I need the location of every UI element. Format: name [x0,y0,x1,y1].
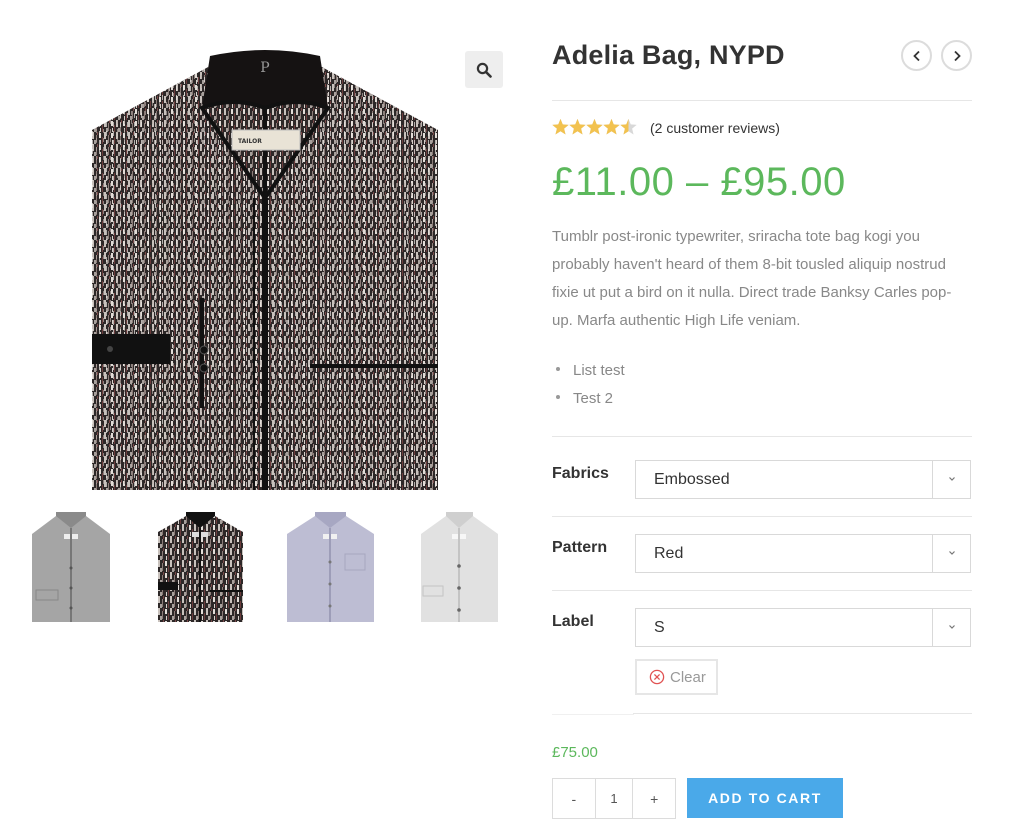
pattern-selected-value: Red [654,545,684,562]
feature-list: List test Test 2 [556,358,625,414]
main-product-image[interactable]: P TAILOR [92,48,438,490]
chevron-down-icon [949,625,955,629]
bullet-icon [556,367,560,372]
quantity-decrease-button[interactable]: - [553,779,595,818]
variations-bottom-divider-left [552,714,634,715]
thumb-gray-shirt[interactable] [30,512,112,624]
variations-bottom-divider [633,713,972,714]
product-title: Adelia Bag, NYPD [552,40,785,70]
product-description: Tumblr post-ironic typewriter, sriracha … [552,228,952,329]
collar-letter: P [260,60,269,76]
bullet-icon [556,395,560,400]
chevron-right-icon [953,50,961,61]
fabrics-select[interactable]: Embossed [635,460,971,499]
rating-stars [552,118,637,136]
previous-product-button[interactable] [901,40,932,71]
thumb-lavender-shirt[interactable] [287,512,374,624]
pattern-label: Pattern [552,539,608,556]
size-selected-value: S [654,619,665,636]
thumb-black-shirt[interactable] [158,512,243,624]
pattern-select[interactable]: Red [635,534,971,573]
variation-price: £75.00 [552,744,598,761]
clear-selection-button[interactable]: Clear [635,659,718,695]
star-filled-icon [586,118,603,135]
add-to-cart-button[interactable]: ADD TO CART [687,778,843,818]
quantity-input[interactable]: 1 [594,779,634,818]
customer-reviews-link[interactable]: (2 customer reviews) [650,120,780,136]
chevron-down-icon [949,551,955,555]
thumbnail-strip [0,512,520,624]
thumb-white-shirt[interactable] [421,512,498,624]
variation-divider [552,516,972,517]
clear-label: Clear [670,668,706,686]
clear-x-icon [649,669,665,685]
star-filled-icon [603,118,620,135]
list-item: Test 2 [556,386,625,414]
title-divider [552,100,972,101]
fabrics-selected-value: Embossed [654,471,730,488]
variation-divider [552,590,972,591]
quantity-stepper: - 1 + [552,778,676,819]
size-label: Label [552,613,594,630]
quantity-increase-button[interactable]: + [633,779,675,818]
size-select[interactable]: S [635,608,971,647]
list-item: List test [556,358,625,386]
fabrics-label: Fabrics [552,465,609,482]
shirt-label-text: TAILOR [238,138,262,145]
chevron-left-icon [912,50,920,61]
star-rating [552,117,637,137]
zoom-button[interactable] [465,51,503,88]
magnifier-icon [476,62,492,78]
star-filled-icon [552,118,569,135]
variations-top-divider [552,436,972,437]
chevron-down-icon [949,477,955,481]
star-filled-icon [569,118,586,135]
next-product-button[interactable] [941,40,972,71]
price-range: £11.00 – £95.00 [552,160,846,204]
